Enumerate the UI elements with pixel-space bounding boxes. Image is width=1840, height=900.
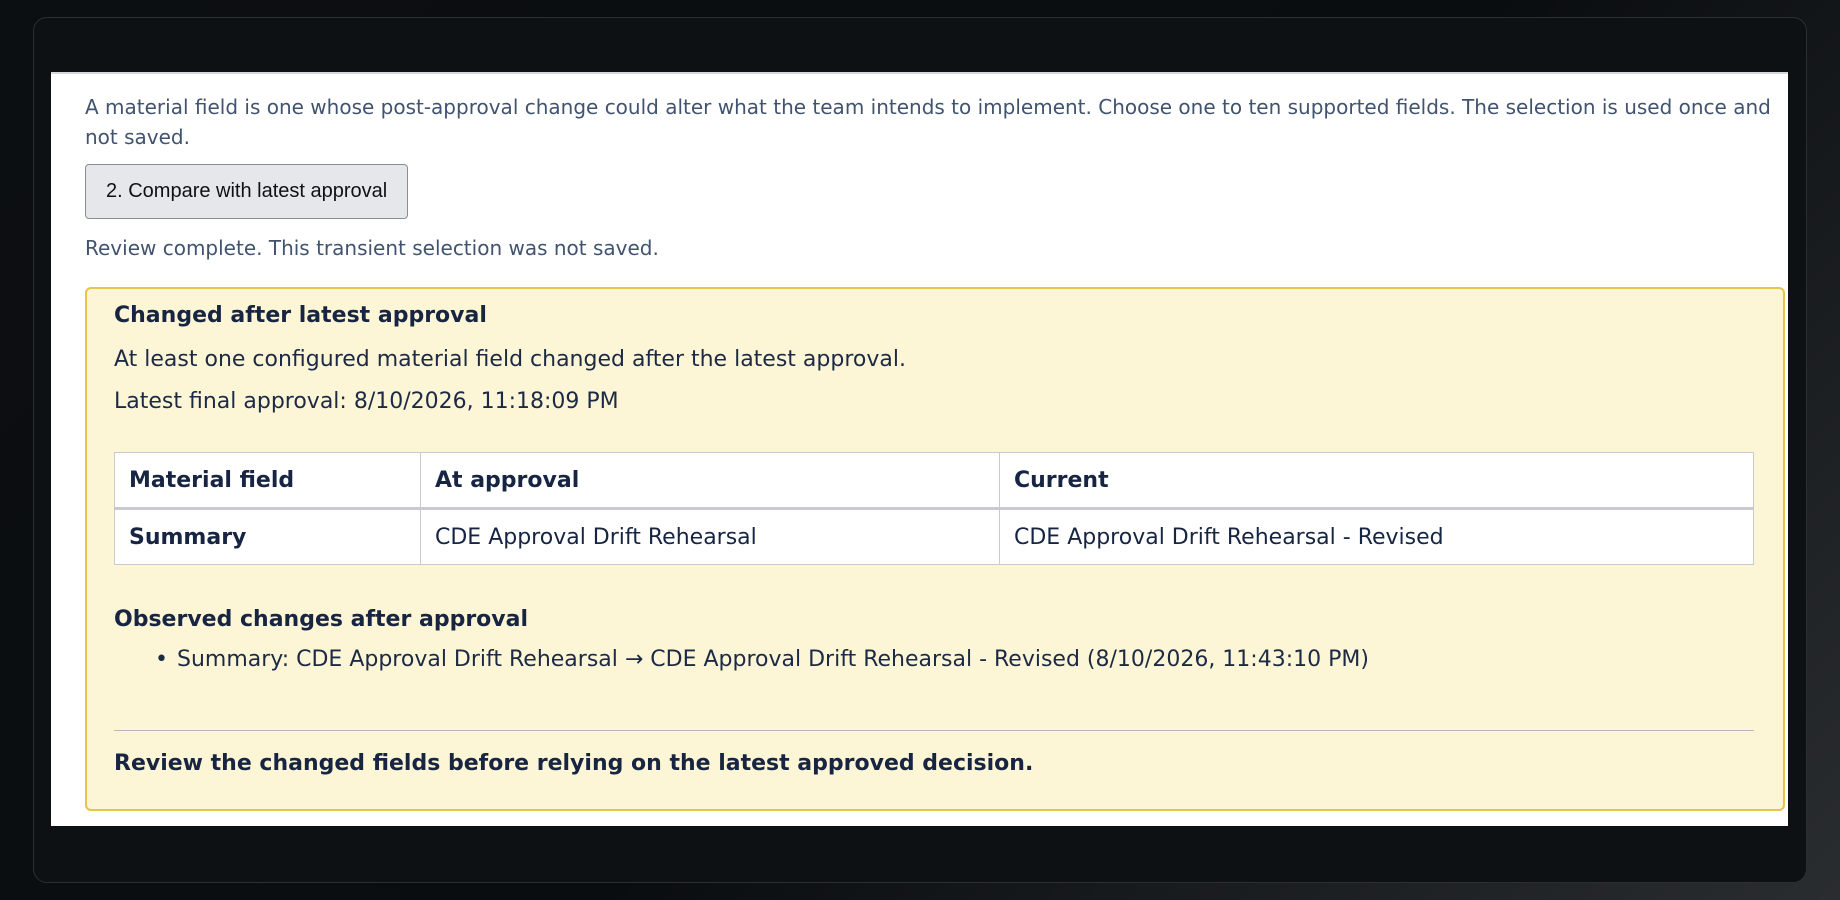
- material-field-comparison-table: Material field At approval Current Summa…: [114, 452, 1754, 565]
- table-row: Summary CDE Approval Drift Rehearsal CDE…: [114, 508, 1754, 565]
- review-status-message: Review complete. This transient selectio…: [85, 236, 659, 260]
- observed-changes-heading: Observed changes after approval: [114, 607, 529, 632]
- compare-with-latest-approval-button[interactable]: 2. Compare with latest approval: [85, 164, 409, 219]
- material-field-help-text: A material field is one whose post-appro…: [85, 95, 1771, 149]
- approval-drift-alert: Changed after latest approval At least o…: [85, 287, 1785, 811]
- latest-approval-label: Latest final approval:: [114, 389, 347, 414]
- approval-review-panel: A material field is one whose post-appro…: [51, 72, 1788, 826]
- table-header-row: Material field At approval Current: [114, 452, 1754, 510]
- review-advice: Review the changed fields before relying…: [114, 751, 1034, 776]
- drift-heading: Changed after latest approval: [114, 303, 487, 328]
- drift-message: At least one configured material field c…: [114, 347, 906, 372]
- divider: [114, 730, 1754, 731]
- observed-changes-list: Summary: CDE Approval Drift Rehearsal → …: [114, 647, 1369, 672]
- cell-at-approval: CDE Approval Drift Rehearsal: [420, 508, 1000, 565]
- cell-current: CDE Approval Drift Rehearsal - Revised: [999, 508, 1754, 565]
- latest-approval-line: Latest final approval: 8/10/2026, 11:18:…: [114, 389, 619, 414]
- list-item: Summary: CDE Approval Drift Rehearsal → …: [155, 647, 1369, 672]
- column-header-current: Current: [999, 452, 1754, 510]
- column-header-at-approval: At approval: [420, 452, 1000, 510]
- column-header-material-field: Material field: [114, 452, 421, 510]
- cell-material-field: Summary: [114, 508, 421, 565]
- latest-approval-timestamp: 8/10/2026, 11:18:09 PM: [353, 389, 619, 414]
